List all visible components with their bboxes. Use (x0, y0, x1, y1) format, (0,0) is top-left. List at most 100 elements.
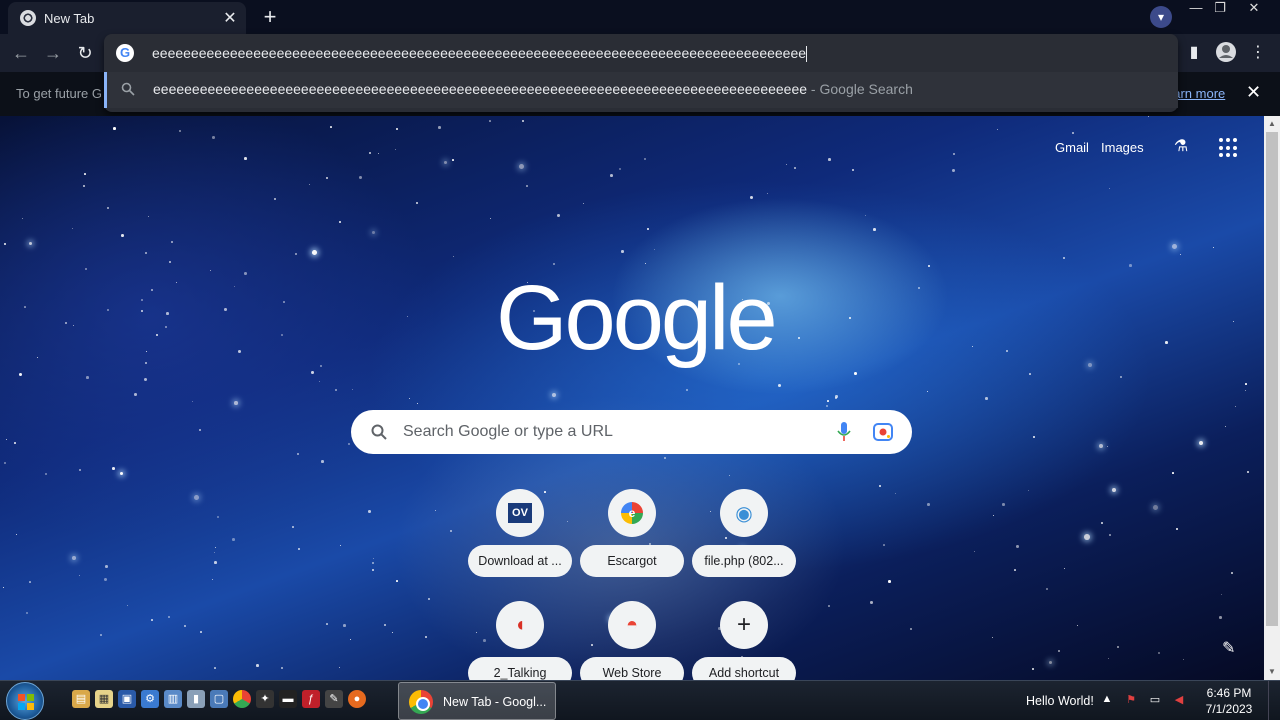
explorer-icon[interactable]: ▤ (72, 690, 90, 708)
star (281, 667, 284, 670)
menu-button[interactable]: ⋮ (1246, 41, 1270, 65)
star (83, 185, 85, 187)
talking-favicon: ◖ (496, 601, 544, 649)
star (343, 624, 346, 627)
scroll-up-arrow-icon[interactable]: ▲ (1264, 116, 1280, 132)
network-icon[interactable]: ⚙ (141, 690, 159, 708)
microphone-icon[interactable] (837, 422, 851, 442)
tab-search-button[interactable]: ▾ (1150, 6, 1172, 28)
network-tray-icon[interactable]: ▭ (1147, 693, 1163, 709)
omnibox[interactable]: G eeeeeeeeeeeeeeeeeeeeeeeeeeeeeeeeeeeeee… (104, 34, 1178, 112)
star (145, 362, 147, 364)
shortcut-download-at[interactable]: OV Download at ... (468, 489, 572, 593)
star (444, 161, 448, 165)
vertical-scrollbar[interactable]: ▲ ▼ (1264, 116, 1280, 680)
scroll-down-arrow-icon[interactable]: ▼ (1264, 664, 1280, 680)
star (425, 636, 428, 639)
star (1064, 568, 1066, 570)
recycle-bin-icon[interactable]: ▮ (187, 690, 205, 708)
star (1006, 350, 1008, 352)
profile-avatar[interactable] (1214, 41, 1238, 65)
star (217, 516, 220, 519)
tab-title: New Tab (44, 10, 95, 26)
star (854, 372, 857, 375)
shortcut-2-talking[interactable]: ◖ 2_Talking (468, 601, 572, 680)
show-desktop-button[interactable] (1268, 681, 1280, 720)
taskbar-chrome-window[interactable]: New Tab - Googl... (398, 682, 556, 720)
star (165, 326, 168, 329)
restore-button[interactable]: ❐ (1206, 0, 1234, 18)
star (169, 261, 172, 264)
back-button[interactable]: ← (8, 40, 34, 66)
reload-button[interactable]: ↻ (72, 40, 98, 66)
star (72, 228, 74, 230)
volume-muted-icon[interactable]: ◀ (1171, 693, 1187, 709)
chrome-quicklaunch-icon[interactable] (233, 690, 251, 708)
star (166, 312, 169, 315)
shortcut-file-php[interactable]: ◉ file.php (802... (692, 489, 796, 593)
side-panel-button[interactable]: ▮ (1182, 41, 1206, 65)
close-window-button[interactable]: ✕ (1240, 0, 1268, 18)
star (974, 551, 976, 553)
star (171, 241, 174, 244)
shortcut-label: file.php (802... (692, 545, 796, 577)
tray-expand-arrow-icon[interactable]: ▲ (1099, 693, 1115, 709)
new-tab-button[interactable]: + (258, 6, 282, 30)
star (151, 619, 153, 621)
star (1231, 572, 1233, 574)
customize-pencil-icon[interactable]: ✎ (1222, 638, 1235, 658)
apps-grid-icon[interactable] (1219, 138, 1239, 158)
suggestion-query: eeeeeeeeeeeeeeeeeeeeeeeeeeeeeeeeeeeeeeee… (153, 81, 808, 97)
computer-icon[interactable]: ▣ (118, 690, 136, 708)
action-center-flag-icon[interactable]: ⚑ (1123, 693, 1139, 709)
star (320, 365, 323, 368)
star (452, 159, 454, 161)
star (112, 467, 115, 470)
firefox-icon[interactable]: ● (348, 690, 366, 708)
star (372, 231, 376, 235)
shortcut-add[interactable]: + Add shortcut (692, 601, 796, 680)
shortcut-escargot[interactable]: e Escargot (580, 489, 684, 593)
forward-button[interactable]: → (40, 40, 66, 66)
images-link[interactable]: Images (1101, 140, 1144, 155)
tab-new-tab[interactable]: New Tab ✕ (8, 2, 246, 34)
star (1158, 652, 1161, 655)
star (396, 580, 398, 582)
control-panel-icon[interactable]: ▥ (164, 690, 182, 708)
star (148, 216, 150, 218)
star (100, 634, 102, 636)
star (828, 158, 831, 161)
close-tab-button[interactable]: ✕ (220, 8, 240, 28)
system-clock[interactable]: 6:46 PM 7/1/2023 (1200, 685, 1258, 717)
scrollbar-thumb[interactable] (1266, 132, 1278, 626)
star (883, 544, 885, 546)
star (647, 228, 650, 231)
star (238, 350, 241, 353)
shortcut-web-store[interactable]: ◓ Web Store (580, 601, 684, 680)
gmail-link[interactable]: Gmail (1055, 140, 1089, 155)
tool-icon[interactable]: ✎ (325, 690, 343, 708)
ntp-search-box[interactable]: Search Google or type a URL (351, 410, 912, 454)
address-bar-input[interactable]: eeeeeeeeeeeeeeeeeeeeeeeeeeeeeeeeeeeeeeee… (152, 42, 808, 64)
star (244, 272, 247, 275)
star (583, 203, 585, 205)
star (319, 381, 321, 383)
omnibox-suggestion[interactable]: eeeeeeeeeeeeeeeeeeeeeeeeeeeeeeeeeeeeeeee… (104, 72, 1178, 108)
display-icon[interactable]: ▢ (210, 690, 228, 708)
star (200, 631, 202, 633)
notepad-icon[interactable]: ▦ (95, 690, 113, 708)
flash-icon[interactable]: ƒ (302, 690, 320, 708)
app-shield-icon[interactable]: ✦ (256, 690, 274, 708)
labs-flask-icon[interactable]: ⚗ (1170, 136, 1192, 158)
terminal-icon[interactable]: ▬ (279, 690, 297, 708)
info-bar-close-button[interactable]: ✕ (1246, 82, 1261, 103)
lens-camera-icon[interactable] (873, 423, 893, 441)
star (6, 439, 8, 441)
star (107, 309, 110, 312)
google-g-icon: G (116, 44, 134, 62)
star (888, 580, 891, 583)
star (1063, 257, 1066, 260)
star (490, 218, 492, 220)
star (993, 515, 995, 517)
start-button[interactable] (6, 682, 44, 720)
